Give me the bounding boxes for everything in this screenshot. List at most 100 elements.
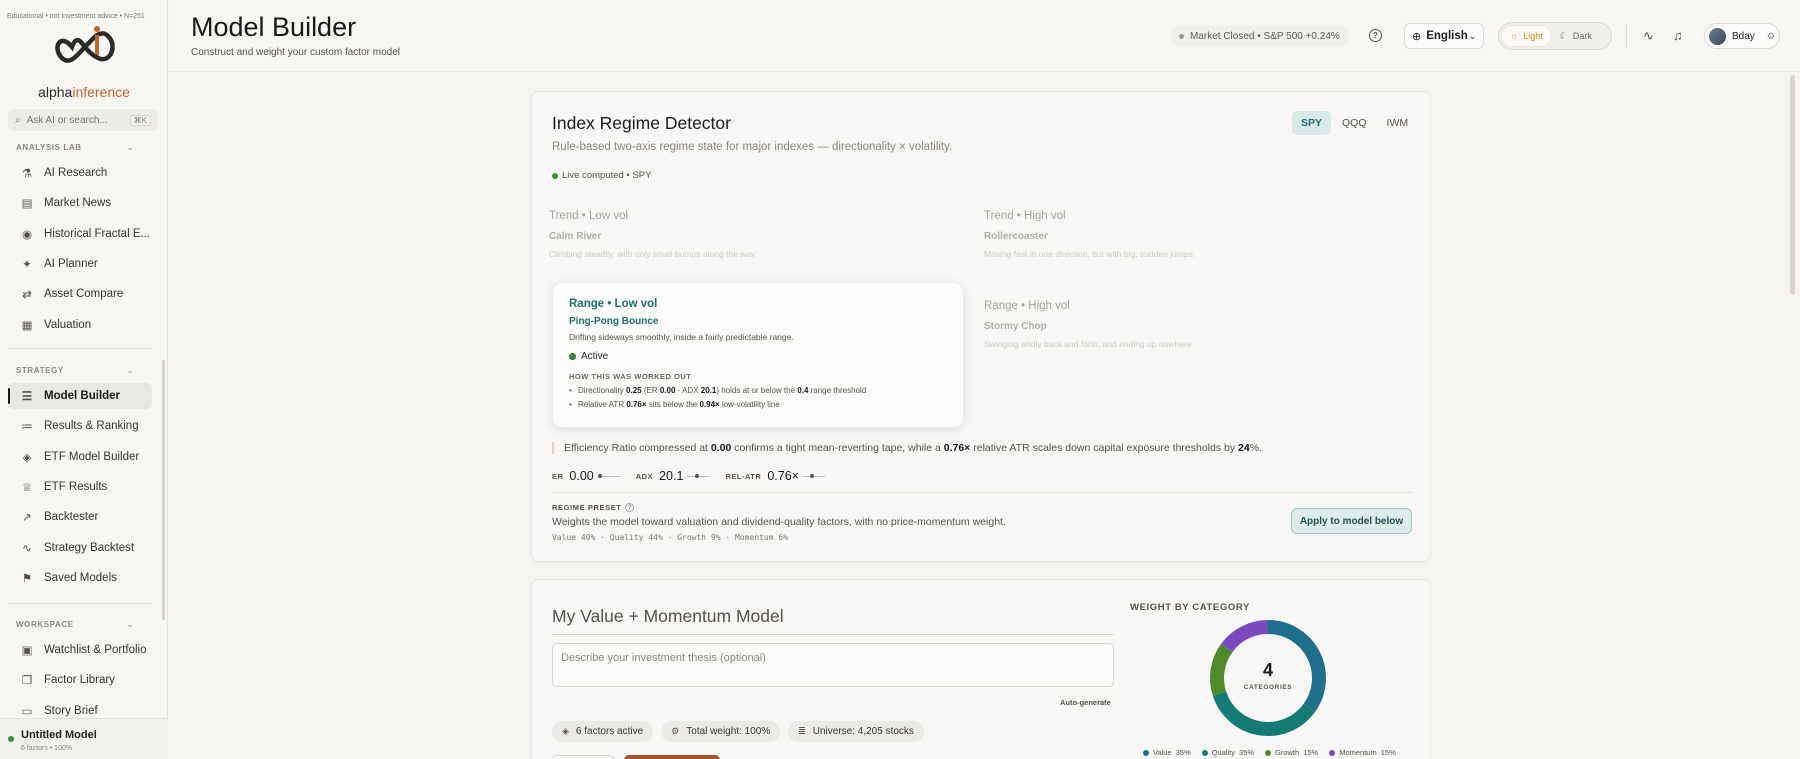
- sidebar-item-etf-model-builder[interactable]: ◈ ETF Model Builder: [8, 444, 152, 470]
- briefcase-icon: ▣: [21, 645, 33, 657]
- info-icon[interactable]: ?: [625, 503, 635, 512]
- active-dot: [569, 353, 576, 360]
- tab-qqq[interactable]: QQQ: [1333, 111, 1376, 135]
- thesis-textarea[interactable]: Describe your investment thesis (optiona…: [552, 643, 1114, 687]
- metric-er: ER 0.00: [552, 469, 620, 483]
- quadrant-range-low-vol[interactable]: Range • Low vol Ping-Pong Bounce Driftin…: [552, 282, 964, 428]
- page-scrollbar[interactable]: [1790, 75, 1795, 295]
- sidebar-item-label: Valuation: [44, 318, 92, 331]
- divider: [1626, 24, 1627, 48]
- tab-spy[interactable]: SPY: [1292, 111, 1332, 135]
- sidebar-item-label: Backtester: [44, 511, 99, 524]
- status-dot: [8, 736, 14, 742]
- quadrant-desc: Swinging wildly back and forth, and endi…: [984, 339, 1194, 349]
- metric-gauge: [687, 473, 710, 478]
- quadrant-trend-high-vol[interactable]: Trend • High vol Rollercoaster Moving fa…: [968, 195, 1408, 277]
- gauge-knob: [597, 473, 602, 478]
- brand-name: alphainference: [38, 84, 130, 100]
- legend-value: 15%: [1303, 748, 1319, 757]
- sidebar-item-label: Watchlist & Portfolio: [44, 644, 147, 656]
- regime-subtitle: Rule-based two-axis regime state for maj…: [552, 141, 953, 153]
- donut-center-value: 4: [1262, 660, 1273, 680]
- theme-dark-option[interactable]: ☾ Dark: [1552, 25, 1600, 47]
- current-model-sub: 6 factors • 100%: [21, 745, 73, 752]
- bell-icon[interactable]: ♫: [1673, 28, 1683, 43]
- section-strategy[interactable]: STRATEGY ⌄: [16, 366, 134, 375]
- how-label: HOW THIS WAS WORKED OUT: [569, 372, 692, 381]
- theme-light-option[interactable]: ☼ Light: [1501, 25, 1552, 47]
- tab-iwm[interactable]: IWM: [1378, 111, 1418, 135]
- page-subtitle: Construct and weight your custom factor …: [191, 47, 400, 58]
- activity-icon[interactable]: ∿: [1643, 28, 1654, 44]
- quadrant-range-high-vol[interactable]: Range • High vol Stormy Chop Swinging wi…: [968, 285, 1408, 367]
- sidebar-item-model-builder[interactable]: ☰ Model Builder: [8, 383, 152, 409]
- quadrant-title: Range • Low vol: [569, 298, 658, 310]
- quadrant-name: Rollercoaster: [984, 231, 1048, 242]
- gear-icon: ⚙: [1766, 30, 1775, 41]
- quadrant-name: Ping-Pong Bounce: [569, 316, 659, 327]
- donut-center-label: CATEGORIES: [1243, 684, 1293, 691]
- user-menu[interactable]: Bday ⚙: [1704, 23, 1780, 49]
- sidebar-item-label: Strategy Backtest: [44, 541, 135, 554]
- quadrant-name: Calm River: [549, 231, 602, 242]
- quadrant-title: Trend • Low vol: [549, 210, 629, 222]
- search-placeholder: Ask AI or search...: [26, 114, 108, 126]
- metric-rel-atr: REL-ATR 0.76×: [725, 469, 825, 483]
- sidebar-item-valuation[interactable]: ▦ Valuation: [8, 312, 152, 338]
- metric-gauge: [802, 473, 825, 478]
- sidebar-item-results-ranking[interactable]: ≔ Results & Ranking: [8, 413, 152, 439]
- ask-ai-search[interactable]: ⌕ Ask AI or search... ⌘K: [8, 109, 158, 131]
- sidebar-item-saved-models[interactable]: ⚑ Saved Models: [8, 565, 152, 591]
- sidebar-item-ai-research[interactable]: ⚗ AI Research: [8, 160, 152, 186]
- trophy-icon: ♕: [21, 481, 33, 494]
- chart-legend: Value 35% Quality 35% Growth 15% Momentum 15%: [1143, 748, 1396, 757]
- legend-value: 35%: [1175, 748, 1191, 757]
- brand-logo[interactable]: [54, 24, 116, 70]
- sidebar-item-strategy-backtest[interactable]: ∿ Strategy Backtest: [8, 535, 152, 561]
- model-card: My Value + Momentum Model Describe your …: [531, 579, 1431, 759]
- quadrant-title: Trend • High vol: [984, 210, 1066, 222]
- secondary-button[interactable]: [552, 755, 614, 759]
- help-icon[interactable]: ?: [1369, 29, 1382, 42]
- sidebar-item-ai-planner[interactable]: ✦ AI Planner: [8, 251, 152, 277]
- sidebar-item-label: Saved Models: [44, 571, 117, 584]
- sidebar-item-market-news[interactable]: ▤ Market News: [8, 190, 152, 216]
- sidebar-item-label: Market News: [44, 197, 112, 210]
- legend-item-momentum: Momentum 15%: [1329, 748, 1396, 757]
- quadrant-desc: Drifting sideways smoothly, inside a fai…: [569, 332, 794, 342]
- theme-toggle[interactable]: ☼ Light ☾ Dark: [1498, 22, 1612, 50]
- layers-icon: ◈: [562, 726, 569, 736]
- preset-label: REGIME PRESET?: [552, 503, 635, 512]
- legend-swatch: [1265, 749, 1272, 756]
- apply-preset-button[interactable]: Apply to model below: [1291, 508, 1412, 534]
- sidebar-item-label: AI Research: [44, 167, 108, 179]
- sidebar-item-historical-fractal-e[interactable]: ◉ Historical Fractal E...: [8, 221, 152, 247]
- shortcut-badge: ⌘K: [129, 114, 151, 126]
- bookmark-icon: ⚑: [21, 572, 33, 585]
- book-icon: ❐: [21, 675, 33, 688]
- sidebar-item-asset-compare[interactable]: ⇄ Asset Compare: [8, 281, 152, 307]
- section-workspace[interactable]: WORKSPACE ⌄: [16, 620, 134, 629]
- auto-generate-link[interactable]: Auto-generate: [1060, 698, 1111, 707]
- quadrant-trend-low-vol[interactable]: Trend • Low vol Calm River Climbing stea…: [533, 195, 965, 277]
- reason-bullet: Relative ATR 0.76× sits below the 0.94× …: [569, 400, 947, 409]
- section-analysis-lab[interactable]: ANALYSIS LAB ⌄: [16, 143, 134, 152]
- gear-icon: ⚙: [671, 726, 680, 736]
- legend-item-value: Value 35%: [1143, 748, 1191, 757]
- sidebar-scrollbar[interactable]: [162, 360, 165, 620]
- divider: [552, 492, 1412, 493]
- primary-button[interactable]: [624, 755, 720, 759]
- sidebar-item-factor-library[interactable]: ❐ Factor Library: [8, 667, 152, 693]
- sidebar: Educational • not investment advice • N=…: [0, 0, 168, 759]
- model-title-input[interactable]: My Value + Momentum Model: [552, 606, 1114, 635]
- current-model-indicator[interactable]: Untitled Model 6 factors • 100%: [0, 718, 168, 759]
- topbar: Model Builder Construct and weight your …: [169, 0, 1800, 72]
- sidebar-item-watchlist-portfolio[interactable]: ▣ Watchlist & Portfolio: [8, 637, 152, 663]
- sidebar-item-backtester[interactable]: ↗ Backtester: [8, 504, 152, 530]
- regime-metrics: ER 0.00 ADX 20.1 REL-ATR 0.76×: [552, 469, 825, 483]
- legend-swatch: [1201, 749, 1208, 756]
- metric-adx: ADX 20.1: [636, 469, 710, 483]
- preset-mix: Value 40% · Quality 44% · Growth 9% · Mo…: [552, 533, 789, 542]
- language-select[interactable]: ⊕ English ⌄: [1404, 23, 1484, 49]
- sidebar-item-etf-results[interactable]: ♕ ETF Results: [8, 474, 152, 500]
